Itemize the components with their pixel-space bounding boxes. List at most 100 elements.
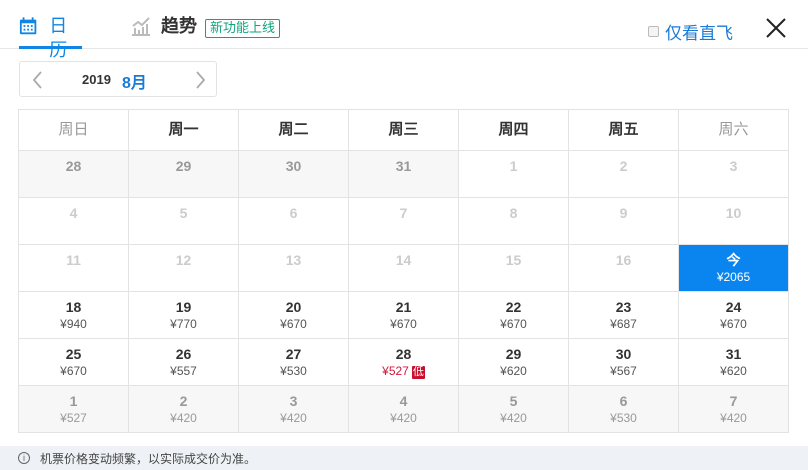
calendar-day-cell[interactable]: 25 ¥670 — [19, 339, 129, 386]
calendar-day-cell[interactable]: 18 ¥940 — [19, 292, 129, 339]
day-number: 1 — [509, 158, 518, 174]
price-value: ¥2065 — [716, 270, 751, 284]
day-number: 14 — [395, 252, 412, 268]
calendar-day-cell[interactable]: 5 — [129, 198, 239, 245]
trend-chart-icon — [132, 17, 150, 36]
day-number: 2 — [179, 393, 188, 409]
day-price: ¥940 — [19, 316, 128, 332]
calendar-day-cell[interactable]: 31 — [349, 151, 459, 198]
calendar-day-cell[interactable]: 7 ¥420 — [679, 386, 789, 433]
price-value: ¥530 — [610, 411, 637, 425]
calendar-day-cell[interactable]: 28 ¥527 低 — [349, 339, 459, 386]
day-number: 15 — [505, 252, 522, 268]
calendar-day-cell[interactable]: 3 — [679, 151, 789, 198]
day-number: 4 — [399, 393, 408, 409]
day-price: ¥670 — [679, 316, 788, 332]
day-price: ¥527 — [19, 410, 128, 426]
calendar-day-cell[interactable]: 3 ¥420 — [239, 386, 349, 433]
tab-calendar[interactable]: 日历 — [19, 14, 82, 60]
day-price: ¥530 — [239, 363, 348, 379]
calendar-day-cell[interactable]: 7 — [349, 198, 459, 245]
chevron-left-icon[interactable] — [28, 70, 48, 90]
weekday-header: 周日 周一 周二 周三 周四 周五 周六 — [19, 110, 789, 151]
day-number: 12 — [175, 252, 192, 268]
calendar-day-cell[interactable]: 6 — [239, 198, 349, 245]
day-number: 30 — [285, 158, 302, 174]
calendar-day-cell[interactable]: 19 ¥770 — [129, 292, 239, 339]
calendar-day-cell[interactable]: 27 ¥530 — [239, 339, 349, 386]
calendar-day-cell[interactable]: 4 — [19, 198, 129, 245]
day-price: ¥420 — [459, 410, 568, 426]
weekday-label: 周日 — [19, 110, 129, 151]
calendar-day-cell[interactable]: 10 — [679, 198, 789, 245]
day-number: 30 — [615, 346, 632, 362]
calendar-day-cell[interactable]: 31 ¥620 — [679, 339, 789, 386]
calendar-day-cell[interactable]: 20 ¥670 — [239, 292, 349, 339]
direct-flight-checkbox[interactable] — [648, 26, 659, 37]
calendar-day-cell[interactable]: 15 — [459, 245, 569, 292]
calendar-day-cell[interactable]: 1 — [459, 151, 569, 198]
day-price: ¥670 — [19, 363, 128, 379]
price-value: ¥670 — [390, 317, 417, 331]
calendar-day-cell[interactable]: 5 ¥420 — [459, 386, 569, 433]
close-icon[interactable] — [764, 16, 788, 40]
calendar-day-cell[interactable]: 29 — [129, 151, 239, 198]
calendar-day-cell[interactable]: 4 ¥420 — [349, 386, 459, 433]
calendar-day-cell[interactable]: 21 ¥670 — [349, 292, 459, 339]
calendar-day-cell[interactable]: 23 ¥687 — [569, 292, 679, 339]
price-value: ¥670 — [280, 317, 307, 331]
tab-trend[interactable]: 趋势 新功能上线 — [131, 14, 281, 49]
weekday-label: 周一 — [129, 110, 239, 151]
day-number: 28 — [395, 346, 412, 362]
calendar-day-cell[interactable]: 13 — [239, 245, 349, 292]
day-number: 6 — [289, 205, 298, 221]
calendar-day-cell[interactable]: 11 — [19, 245, 129, 292]
calendar-day-cell[interactable]: 今 ¥2065 — [679, 245, 789, 292]
day-price: ¥420 — [679, 410, 788, 426]
month-label: 8月 — [122, 75, 147, 92]
day-number: 8 — [509, 205, 518, 221]
day-number: 9 — [619, 205, 628, 221]
day-price: ¥687 — [569, 316, 678, 332]
calendar-day-cell[interactable]: 2 ¥420 — [129, 386, 239, 433]
price-value: ¥620 — [500, 364, 527, 378]
calendar-day-cell[interactable]: 30 ¥567 — [569, 339, 679, 386]
calendar-day-cell[interactable]: 29 ¥620 — [459, 339, 569, 386]
day-number: 23 — [615, 299, 632, 315]
direct-flight-filter[interactable]: 仅看直飞 — [648, 19, 733, 44]
calendar-day-cell[interactable]: 30 — [239, 151, 349, 198]
day-number: 28 — [65, 158, 82, 174]
price-value: ¥770 — [170, 317, 197, 331]
calendar-day-cell[interactable]: 14 — [349, 245, 459, 292]
calendar-day-cell[interactable]: 28 — [19, 151, 129, 198]
calendar-day-cell[interactable]: 8 — [459, 198, 569, 245]
calendar-day-cell[interactable]: 24 ¥670 — [679, 292, 789, 339]
price-value: ¥420 — [390, 411, 417, 425]
day-number: 21 — [395, 299, 412, 315]
month-navigator: 2019 8月 — [19, 61, 217, 97]
day-price: ¥770 — [129, 316, 238, 332]
calendar-day-cell[interactable]: 6 ¥530 — [569, 386, 679, 433]
calendar-day-cell[interactable]: 12 — [129, 245, 239, 292]
chevron-right-icon[interactable] — [190, 70, 210, 90]
calendar-day-cell[interactable]: 26 ¥557 — [129, 339, 239, 386]
weekday-label: 周五 — [569, 110, 679, 151]
day-number: 31 — [395, 158, 412, 174]
day-number: 5 — [509, 393, 518, 409]
day-price: ¥2065 — [679, 269, 788, 285]
calendar-day-cell[interactable]: 1 ¥527 — [19, 386, 129, 433]
calendar-day-cell[interactable]: 9 — [569, 198, 679, 245]
calendar-day-cell[interactable]: 16 — [569, 245, 679, 292]
price-value: ¥420 — [170, 411, 197, 425]
week-row: 18 ¥940 19 ¥770 20 ¥670 21 ¥670 22 ¥670 23 ¥687 24 ¥6… — [19, 292, 789, 339]
calendar-day-cell[interactable]: 22 ¥670 — [459, 292, 569, 339]
price-value: ¥530 — [280, 364, 307, 378]
info-icon: i — [18, 452, 30, 464]
calendar-day-cell[interactable]: 2 — [569, 151, 679, 198]
view-tabs: 日历 趋势 新功能上线 仅看直飞 — [0, 0, 808, 60]
day-price: ¥670 — [239, 316, 348, 332]
day-price: ¥420 — [129, 410, 238, 426]
price-value: ¥420 — [720, 411, 747, 425]
day-price: ¥530 — [569, 410, 678, 426]
day-number: 6 — [619, 393, 628, 409]
